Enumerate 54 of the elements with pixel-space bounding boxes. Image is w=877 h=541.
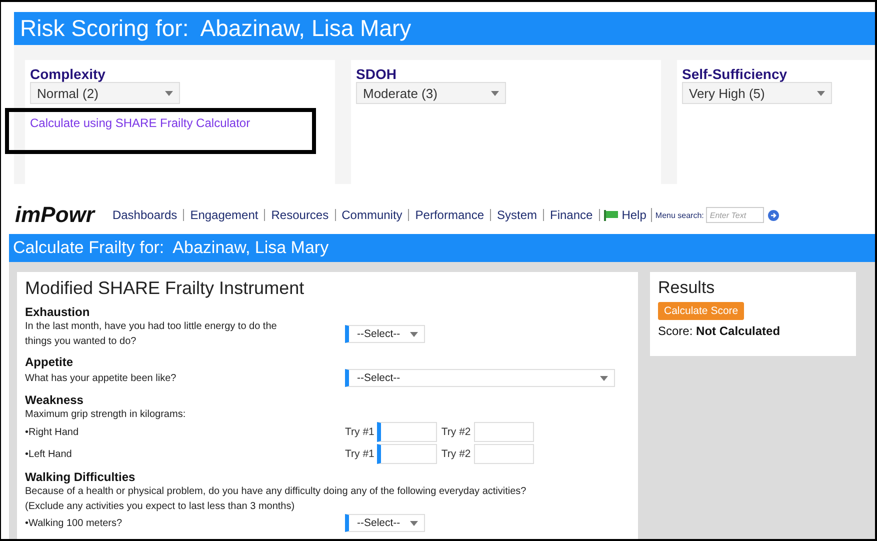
- nav-link[interactable]: Dashboards: [106, 209, 184, 221]
- logo[interactable]: imPowr: [15, 205, 94, 225]
- nav-link[interactable]: Performance: [409, 209, 491, 221]
- section-heading: Walking Difficulties: [25, 470, 136, 484]
- section-heading: Weakness: [25, 393, 84, 407]
- grip-input[interactable]: [474, 422, 534, 442]
- panel-label: Self-Sufficiency: [682, 66, 788, 82]
- panel-label: Complexity: [30, 66, 106, 82]
- results-title: Results: [658, 278, 716, 298]
- select-dropdown[interactable]: --Select--: [345, 369, 615, 387]
- section-heading: Appetite: [25, 355, 74, 369]
- nav-link[interactable]: Engagement: [184, 209, 266, 221]
- try-label: Try #1: [345, 426, 374, 438]
- page-title: Risk Scoring for: Abazinaw, Lisa Mary: [14, 12, 875, 45]
- search-label: Menu search:: [655, 210, 704, 220]
- nav-link[interactable]: Finance: [544, 209, 600, 221]
- question-label: •Right Hand: [25, 426, 80, 440]
- nav-link[interactable]: System: [491, 209, 544, 221]
- flag-icon: [604, 210, 618, 220]
- grip-input[interactable]: [474, 444, 534, 464]
- question-label: What has your appetite been like?: [25, 372, 178, 386]
- section-note: Maximum grip strength in kilograms:: [25, 408, 187, 422]
- nav-link[interactable]: Resources: [265, 209, 336, 221]
- score-dropdown[interactable]: Normal (2): [30, 82, 180, 104]
- try-label: Try #2: [441, 448, 471, 460]
- section-note: (Exclude any activities you expect to last less than 3 months): [25, 500, 296, 514]
- try-label: Try #1: [345, 448, 374, 460]
- select-dropdown[interactable]: --Select--: [345, 325, 425, 343]
- section-note: Because of a health or physical problem, do you have any difficulty doing any of the following everyday activities?: [25, 485, 528, 499]
- select-dropdown[interactable]: --Select--: [345, 514, 425, 532]
- panel-label: SDOH: [356, 66, 398, 82]
- page-title: Calculate Frailty for: Abazinaw, Lisa Mary: [9, 234, 875, 262]
- caret-icon: [817, 90, 825, 96]
- caret-icon: [410, 520, 418, 526]
- search-field[interactable]: Enter Text: [706, 207, 764, 223]
- question-label: •Walking 100 meters?: [25, 516, 124, 530]
- go-icon[interactable]: [768, 210, 779, 220]
- grip-input[interactable]: [377, 444, 438, 464]
- question-label: •Left Hand: [25, 448, 73, 462]
- try-label: Try #2: [441, 426, 471, 438]
- caret-icon: [491, 90, 499, 96]
- caret-icon: [600, 376, 608, 380]
- calculator-link[interactable]: Calculate using SHARE Frailty Calculator: [30, 116, 250, 130]
- caret-icon: [165, 90, 173, 96]
- grip-input[interactable]: [377, 422, 438, 442]
- help-link[interactable]: Help: [622, 208, 646, 222]
- section-heading: Exhaustion: [25, 305, 91, 319]
- form-title: Modified SHARE Frailty Instrument: [25, 278, 306, 299]
- score-dropdown[interactable]: Moderate (3): [356, 82, 506, 104]
- score-dropdown[interactable]: Very High (5): [682, 82, 832, 104]
- nav-link[interactable]: Community: [336, 209, 410, 221]
- question-label: In the last month, have you had too little energy to do the things you wanted to do?: [25, 320, 278, 349]
- score-text: Score: Not Calculated: [658, 324, 782, 338]
- caret-icon: [410, 332, 418, 336]
